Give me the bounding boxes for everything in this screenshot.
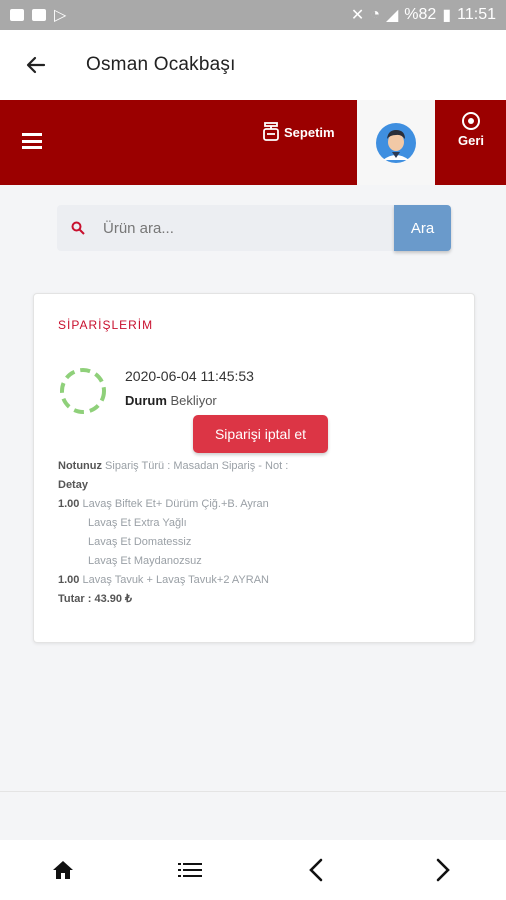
signal-icon: ◢ (385, 7, 399, 24)
order-total: Tutar : 43.90 ₺ (58, 593, 133, 605)
status-value: Bekliyor (170, 393, 217, 408)
arrow-left-icon (26, 56, 46, 74)
search-field-container (57, 205, 394, 251)
list-button[interactable] (170, 850, 210, 890)
wifi-icon: ◔ (370, 6, 380, 23)
back-label: Geri (457, 133, 484, 148)
top-nav-bar: Sepetim Geri (0, 100, 506, 185)
order-item-option: Lavaş Et Extra Yağlı (88, 517, 187, 529)
order-item: 1.00 Lavaş Tavuk + Lavaş Tavuk+2 AYRAN (58, 574, 269, 586)
note-key: Notunuz (58, 460, 102, 472)
user-avatar-icon (376, 122, 416, 163)
order-item-option: Lavaş Et Domatessiz (88, 536, 192, 548)
battery-icon: ▮ (442, 7, 452, 24)
search-bar: Ara (57, 205, 451, 251)
chevron-left-icon (309, 858, 323, 882)
cart-label: Sepetim (284, 124, 335, 140)
app-bar: Osman Ocakbaşı (0, 30, 506, 100)
order-status: Durum Bekliyor (125, 393, 217, 408)
basket-icon (263, 122, 279, 141)
order-date: 2020-06-04 11:45:53 (125, 368, 254, 384)
order-note: Notunuz Sipariş Türü : Masadan Sipariş -… (58, 457, 458, 476)
loading-spinner-icon (60, 368, 106, 414)
next-button[interactable] (423, 850, 463, 890)
home-button[interactable] (43, 850, 83, 890)
menu-icon[interactable] (22, 133, 42, 149)
note-value: Sipariş Türü : Masadan Sipariş - Not : (105, 460, 289, 472)
battery-percent: %82 (404, 6, 437, 23)
detail-key: Detay (58, 479, 88, 491)
image-notification-icon (10, 9, 24, 21)
status-key: Durum (125, 393, 167, 408)
clock: 11:51 (457, 6, 496, 23)
orders-title: SİPARİŞLERİM (58, 318, 154, 332)
back-arrow-button[interactable] (16, 45, 56, 85)
chevron-right-icon (436, 858, 450, 882)
page-title: Osman Ocakbaşı (86, 54, 236, 75)
message-notification-icon (32, 9, 46, 21)
divider (0, 791, 506, 792)
cancel-order-button[interactable]: Siparişi iptal et (193, 415, 328, 453)
order-details: Notunuz Sipariş Türü : Masadan Sipariş -… (58, 457, 458, 609)
back-button[interactable]: Geri (436, 100, 506, 185)
previous-button[interactable] (296, 850, 336, 890)
list-icon (177, 863, 202, 877)
search-input[interactable] (103, 219, 363, 237)
circle-dot-icon (462, 112, 480, 130)
search-icon (71, 221, 85, 235)
bottom-nav (0, 840, 506, 900)
orders-card: SİPARİŞLERİM 2020-06-04 11:45:53 Durum B… (33, 293, 475, 643)
order-item-option: Lavaş Et Maydanozsuz (88, 555, 202, 567)
home-icon (53, 861, 74, 879)
status-bar: ▷ ✕ ◔ ◢ %82 ▮ 11:51 (0, 0, 506, 30)
mute-icon: ✕ (350, 7, 365, 24)
cart-button[interactable]: Sepetim (262, 122, 335, 142)
search-button[interactable]: Ara (394, 205, 451, 251)
profile-button[interactable] (357, 100, 435, 185)
play-store-icon: ▷ (54, 7, 67, 24)
order-item: 1.00 Lavaş Biftek Et+ Dürüm Çiğ.+B. Ayra… (58, 498, 269, 510)
